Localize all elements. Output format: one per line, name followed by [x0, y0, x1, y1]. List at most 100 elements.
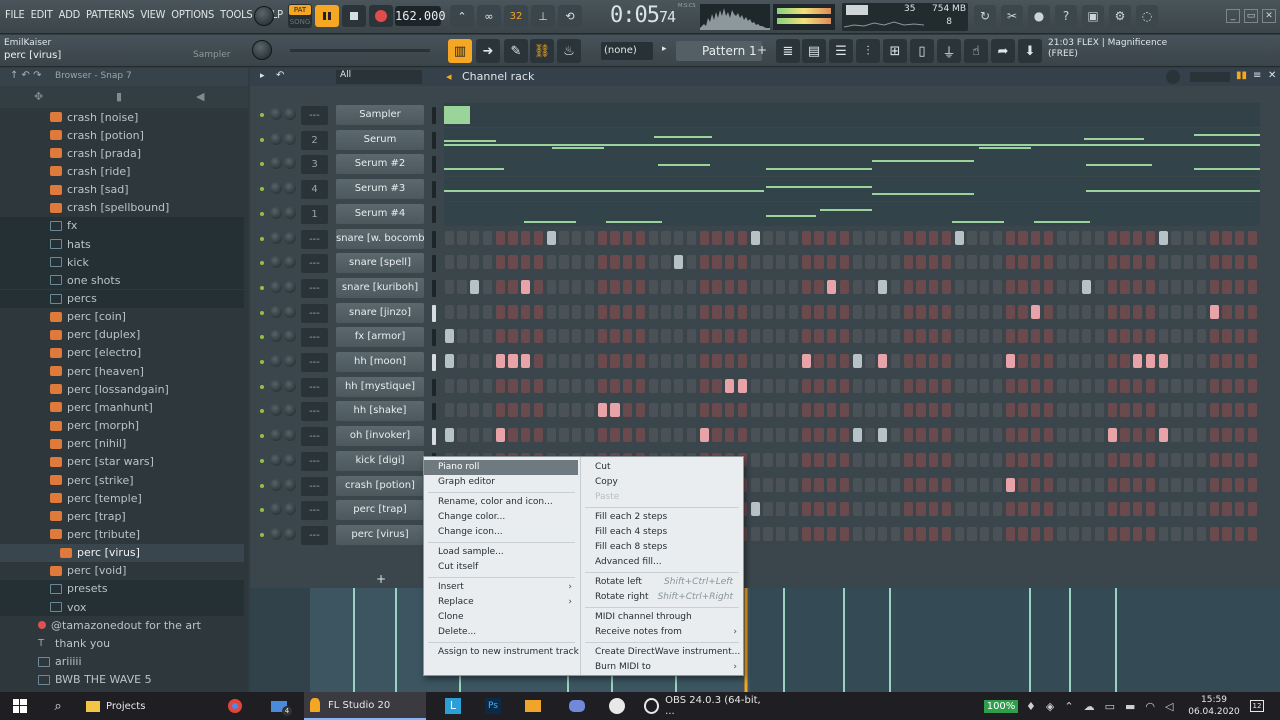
browser-item[interactable]: vox	[0, 598, 244, 617]
step-button[interactable]	[1094, 255, 1104, 270]
step-button[interactable]	[725, 255, 735, 270]
step-button[interactable]	[1235, 354, 1245, 368]
step-button[interactable]	[1222, 428, 1232, 443]
step-button[interactable]	[1209, 403, 1219, 418]
step-button[interactable]	[610, 403, 620, 418]
download-button[interactable]: ⬇	[1018, 39, 1042, 63]
step-button[interactable]	[1184, 304, 1194, 319]
battery-indicator[interactable]: 100%	[980, 692, 1022, 720]
step-button[interactable]	[1043, 378, 1053, 393]
step-button[interactable]	[1209, 428, 1219, 443]
step-button[interactable]	[699, 304, 709, 319]
step-button[interactable]	[1094, 403, 1104, 418]
step-button[interactable]	[980, 304, 990, 319]
step-button[interactable]	[661, 354, 671, 368]
export-button[interactable]: ➦	[991, 39, 1015, 63]
step-button[interactable]	[1171, 279, 1181, 294]
menu-item-piano-roll[interactable]: Piano roll	[424, 460, 578, 475]
link-button[interactable]: ⛓	[530, 39, 554, 63]
step-button[interactable]	[1196, 452, 1206, 467]
step-button[interactable]	[750, 502, 760, 517]
step-button[interactable]	[508, 354, 518, 368]
piano-roll-preview[interactable]	[444, 201, 1260, 226]
channel-mixer-track[interactable]: ---	[301, 303, 328, 323]
menu-item-burn-midi-to[interactable]: Burn MIDI to ›	[581, 660, 743, 675]
step-button[interactable]	[1031, 230, 1041, 245]
step-button[interactable]	[865, 428, 875, 443]
browser-item[interactable]: perc [tribute]	[0, 525, 244, 543]
step-button[interactable]	[929, 255, 939, 270]
step-button[interactable]	[878, 279, 888, 294]
online-button[interactable]: ↻	[974, 5, 996, 27]
step-button[interactable]	[903, 304, 913, 319]
channel-mixer-track[interactable]: 1	[301, 204, 328, 224]
step-button[interactable]	[1158, 279, 1168, 294]
step-button[interactable]	[941, 477, 951, 492]
step-button[interactable]	[788, 279, 798, 294]
step-button[interactable]	[444, 255, 454, 270]
step-button[interactable]	[1235, 526, 1245, 541]
step-button[interactable]	[980, 526, 990, 541]
step-button[interactable]	[878, 526, 888, 541]
step-button[interactable]	[1184, 354, 1194, 368]
tools-button[interactable]: ✂	[1001, 5, 1023, 27]
step-button[interactable]	[1222, 304, 1232, 319]
step-button[interactable]	[776, 378, 786, 393]
step-button[interactable]	[572, 230, 582, 245]
channel-select-bar[interactable]	[432, 230, 436, 248]
step-button[interactable]	[572, 255, 582, 270]
step-button[interactable]	[1158, 428, 1168, 443]
step-button[interactable]	[737, 329, 747, 344]
step-button[interactable]	[763, 354, 773, 368]
step-button[interactable]	[572, 329, 582, 344]
step-button[interactable]	[852, 304, 862, 319]
step-button[interactable]	[980, 428, 990, 443]
channel-pan-knob[interactable]	[270, 256, 282, 269]
step-button[interactable]	[725, 428, 735, 443]
step-button[interactable]	[508, 279, 518, 294]
step-button[interactable]	[1018, 502, 1028, 517]
channel-mute-led[interactable]	[260, 261, 264, 266]
step-button[interactable]	[788, 428, 798, 443]
step-button[interactable]	[648, 428, 658, 443]
step-button[interactable]	[1043, 452, 1053, 467]
step-button[interactable]	[584, 354, 594, 368]
step-button[interactable]	[814, 502, 824, 517]
browser-item[interactable]: perc [star wars]	[0, 453, 244, 471]
step-button[interactable]	[865, 378, 875, 393]
step-button[interactable]	[839, 452, 849, 467]
browser-view-button[interactable]: ⊞	[883, 39, 907, 63]
step-button[interactable]	[1082, 304, 1092, 319]
step-button[interactable]	[941, 304, 951, 319]
step-button[interactable]	[635, 428, 645, 443]
step-button[interactable]	[1018, 354, 1028, 368]
step-button[interactable]	[1107, 304, 1117, 319]
step-button[interactable]	[1120, 304, 1130, 319]
step-button[interactable]	[1120, 526, 1130, 541]
step-button[interactable]	[1018, 477, 1028, 492]
step-button[interactable]	[1184, 477, 1194, 492]
step-button[interactable]	[1018, 279, 1028, 294]
step-button[interactable]	[674, 378, 684, 393]
step-button[interactable]	[1031, 502, 1041, 517]
step-button[interactable]	[1056, 279, 1066, 294]
step-button[interactable]	[980, 378, 990, 393]
step-button[interactable]	[929, 354, 939, 368]
step-button[interactable]	[712, 279, 722, 294]
step-button[interactable]	[1222, 403, 1232, 418]
step-button[interactable]	[712, 230, 722, 245]
step-button[interactable]	[878, 452, 888, 467]
step-button[interactable]	[1082, 502, 1092, 517]
channel-volume-knob[interactable]	[284, 108, 296, 120]
step-button[interactable]	[1247, 526, 1257, 541]
step-button[interactable]	[1235, 230, 1245, 245]
channel-volume-knob[interactable]	[284, 182, 296, 195]
step-button[interactable]	[1094, 279, 1104, 294]
metronome-button[interactable]: ⌃	[450, 5, 474, 27]
save-button[interactable]: ▣	[1082, 5, 1104, 27]
step-button[interactable]	[737, 279, 747, 294]
browser-item[interactable]: perc [manhunt]	[0, 398, 244, 416]
step-button[interactable]	[1056, 502, 1066, 517]
step-button[interactable]	[776, 304, 786, 319]
step-button[interactable]	[572, 354, 582, 368]
